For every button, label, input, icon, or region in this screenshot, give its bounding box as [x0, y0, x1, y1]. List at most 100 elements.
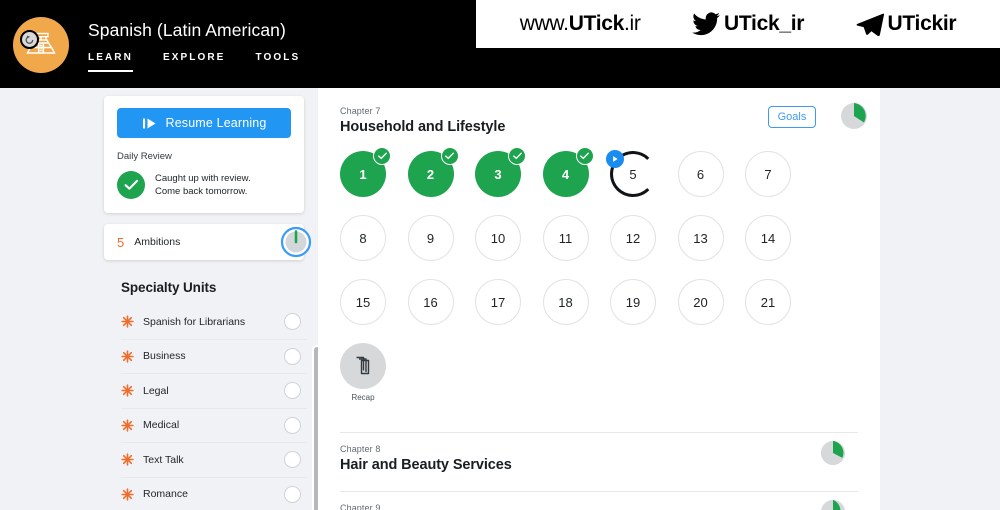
asterisk-icon: [121, 350, 134, 363]
nav-tab-explore[interactable]: EXPLORE: [163, 52, 226, 72]
lesson-number: 20: [693, 294, 708, 310]
lesson-cell: 9: [407, 215, 476, 279]
lesson-circle-6[interactable]: 6: [677, 151, 724, 197]
unit-progress-circle[interactable]: [284, 347, 301, 365]
lesson-cell: 10: [475, 215, 543, 279]
ambitions-card[interactable]: 5 Ambitions: [104, 224, 312, 260]
check-circle-icon: [117, 171, 145, 199]
chapter-title: Hair and Beauty Services: [340, 457, 512, 473]
lesson-circle-16[interactable]: 16: [407, 279, 454, 325]
lesson-circle-5[interactable]: 5: [606, 150, 656, 197]
current-chapter-header: Chapter 7 Household and Lifestyle Goals: [318, 88, 880, 135]
lesson-cell: 13: [677, 215, 746, 279]
recap-label: Recap: [351, 393, 375, 402]
specialty-unit-label: Legal: [143, 384, 169, 397]
specialty-unit-row[interactable]: Spanish for Librarians: [121, 305, 307, 340]
watermark-twitter: UTick_ir: [692, 12, 804, 36]
progress-pie-icon[interactable]: [820, 440, 846, 466]
lesson-number: 3: [494, 166, 502, 182]
watermark-url-suffix: .ir: [624, 12, 641, 35]
resume-learning-button[interactable]: Resume Learning: [117, 108, 291, 138]
lesson-circle-18[interactable]: 18: [542, 279, 589, 325]
lesson-cell: 2: [407, 147, 476, 215]
lesson-circle-9[interactable]: 9: [407, 215, 454, 261]
telegram-paper-plane-icon: [856, 12, 884, 36]
unit-progress-circle[interactable]: [284, 382, 301, 400]
specialty-unit-row[interactable]: Romance: [121, 478, 307, 510]
progress-pie-icon[interactable]: [840, 102, 868, 130]
lesson-grid: 1 2 3 4 5 6 7 8 9 10 11 12 13 14 15 16 1…: [340, 147, 860, 407]
lesson-circle-13[interactable]: 13: [677, 215, 724, 261]
unit-progress-circle[interactable]: [284, 313, 301, 331]
asterisk-icon: [121, 384, 134, 397]
lesson-circle-8[interactable]: 8: [340, 215, 386, 261]
lesson-circle-17[interactable]: 17: [475, 279, 521, 325]
specialty-unit-label: Spanish for Librarians: [143, 315, 246, 328]
watermark-twitter-handle: UTick_ir: [724, 12, 805, 35]
completed-check-icon: [373, 147, 391, 165]
lesson-cell: 20: [677, 279, 746, 343]
lesson-circle-2[interactable]: 2: [407, 147, 459, 197]
lesson-cell: 3: [475, 147, 543, 215]
watermark-url-brand: UTick: [568, 12, 625, 35]
lesson-circle-7[interactable]: 7: [745, 151, 791, 197]
daily-review-title: Daily Review: [117, 151, 172, 162]
lesson-number: 2: [426, 166, 435, 182]
lesson-cell: 12: [610, 215, 678, 279]
lesson-circle-14[interactable]: 14: [745, 215, 791, 261]
nav-tab-learn[interactable]: LEARN: [88, 52, 133, 72]
lesson-number: 19: [625, 294, 641, 310]
course-logo-badge[interactable]: [13, 17, 69, 73]
progress-dial-icon[interactable]: [280, 226, 312, 258]
lesson-circle-15[interactable]: 15: [340, 279, 386, 325]
specialty-unit-row[interactable]: Business: [121, 340, 307, 374]
watermark-url-prefix: www.: [519, 12, 569, 35]
course-switch-badge-icon[interactable]: [20, 30, 39, 49]
nav-tab-tools[interactable]: TOOLS: [255, 52, 300, 72]
lesson-circle-11[interactable]: 11: [542, 215, 589, 261]
chapter-row-8[interactable]: Chapter 8 Hair and Beauty Services: [340, 432, 858, 491]
lesson-circle-12[interactable]: 12: [610, 215, 656, 261]
watermark-telegram-handle: UTickir: [887, 12, 957, 35]
recap-button[interactable]: Recap: [340, 343, 386, 402]
lesson-number: 6: [696, 166, 705, 182]
daily-review-status: Caught up with review. Come back tomorro…: [117, 171, 291, 199]
asterisk-icon: [121, 453, 134, 466]
lesson-cell: Recap: [340, 343, 408, 407]
stacked-pages-icon: [340, 343, 386, 389]
lesson-number: 14: [760, 230, 776, 246]
lesson-cell: 4: [542, 147, 611, 215]
specialty-unit-label: Romance: [143, 488, 188, 501]
asterisk-icon: [121, 419, 134, 432]
specialty-unit-row[interactable]: Legal: [121, 374, 307, 409]
goals-button[interactable]: Goals: [768, 106, 816, 128]
unit-progress-circle[interactable]: [284, 416, 301, 434]
lesson-number: 15: [355, 294, 371, 310]
lesson-circle-19[interactable]: 19: [610, 279, 656, 325]
lesson-cell: 15: [340, 279, 408, 343]
lesson-circle-10[interactable]: 10: [475, 215, 521, 261]
specialty-units-list: Spanish for Librarians Business Legal Me…: [121, 305, 321, 510]
lesson-number: 4: [561, 166, 570, 182]
watermark-banner: www.UTick.ir UTick_ir UTickir: [476, 0, 1000, 48]
specialty-unit-row[interactable]: Text Talk: [121, 443, 307, 478]
unit-progress-circle[interactable]: [284, 451, 301, 469]
lesson-circle-1[interactable]: 1: [340, 147, 391, 197]
completed-check-icon: [440, 147, 459, 165]
lesson-circle-20[interactable]: 20: [677, 279, 724, 325]
chapter-row-9[interactable]: Chapter 9 Events and Schedules: [340, 491, 858, 510]
lesson-number: 13: [693, 230, 708, 246]
specialty-unit-row[interactable]: Medical: [121, 409, 307, 443]
lesson-cell: 5: [606, 150, 678, 215]
lesson-number: 21: [760, 294, 776, 310]
specialty-unit-label: Text Talk: [143, 453, 184, 466]
progress-pie-icon[interactable]: [820, 499, 846, 510]
unit-progress-circle[interactable]: [284, 485, 301, 503]
lesson-circle-4[interactable]: 4: [542, 147, 594, 197]
completed-check-icon: [508, 147, 526, 165]
chapter-number-label: Chapter 8: [340, 444, 381, 454]
lesson-circle-21[interactable]: 21: [745, 279, 791, 325]
left-sidebar: Resume Learning Daily Review Caught up w…: [104, 96, 321, 510]
resume-card: Resume Learning Daily Review Caught up w…: [104, 96, 304, 213]
lesson-circle-3[interactable]: 3: [475, 147, 526, 197]
